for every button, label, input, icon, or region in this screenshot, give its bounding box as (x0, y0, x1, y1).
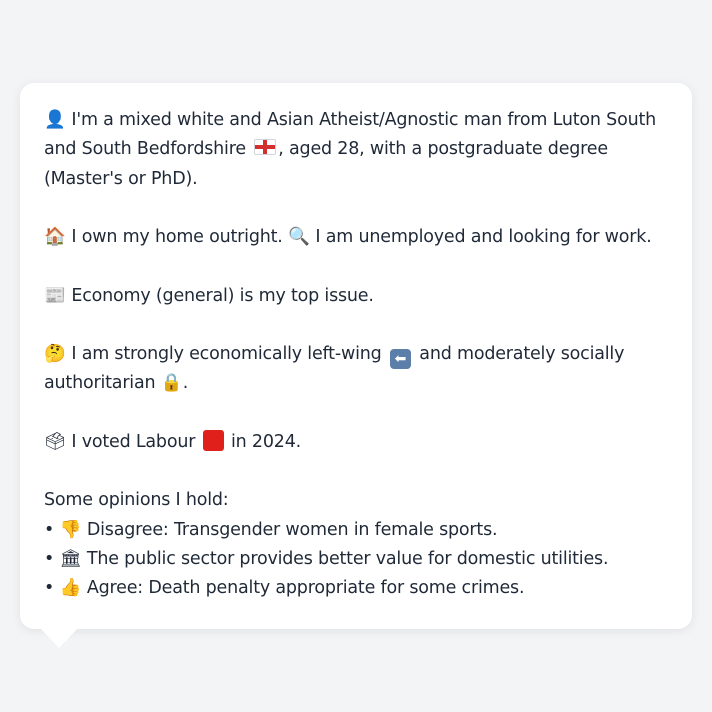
person-icon: 👤 (44, 110, 66, 130)
bullet: • (44, 519, 55, 540)
economic-ideology-text: I am strongly economically left-wing (71, 344, 382, 365)
bubble-tail (40, 628, 78, 648)
opinions-list: • 👎 Disagree: Transgender women in femal… (44, 516, 668, 604)
lock-icon: 🔒 (160, 373, 183, 394)
opinion-item: • 🏛 The public sector provides better va… (44, 545, 668, 574)
opinion-item: • 👍 Agree: Death penalty appropriate for… (44, 574, 668, 603)
opinion-text: Disagree: Transgender women in female sp… (86, 519, 498, 540)
opinion-item: • 👎 Disagree: Transgender women in femal… (44, 516, 668, 545)
opinion-text: The public sector provides better value … (86, 548, 609, 569)
classical-building-icon: 🏛 (59, 548, 82, 569)
identity-paragraph: 👤 I'm a mixed white and Asian Atheist/Ag… (44, 106, 668, 194)
opinion-text: Agree: Death penalty appropriate for som… (86, 578, 525, 599)
vote-paragraph: 🗳 I voted Labour in 2024. (44, 428, 668, 457)
left-arrow-icon: ⬅ (389, 349, 411, 370)
bullet: • (44, 548, 55, 569)
vote-text: I voted Labour (71, 431, 196, 452)
top-issue-text: Economy (general) is my top issue. (71, 285, 374, 306)
ideology-paragraph: 🤔 I am strongly economically left-wing ⬅… (44, 340, 668, 399)
housing-text: I own my home outright. (71, 227, 283, 248)
opinions-heading: Some opinions I hold: (44, 490, 229, 511)
bullet: • (44, 578, 55, 599)
persona-message-bubble: 👤 I'm a mixed white and Asian Atheist/Ag… (20, 83, 692, 629)
thinking-face-icon: 🤔 (44, 344, 66, 365)
thumbs-down-icon: 👎 (59, 519, 82, 540)
housing-employment-paragraph: 🏠 I own my home outright. 🔍 I am unemplo… (44, 223, 668, 252)
labour-red-square-icon (202, 429, 224, 451)
magnifier-icon: 🔍 (288, 227, 310, 248)
england-flag-icon (254, 139, 277, 156)
ballot-box-icon: 🗳 (44, 431, 67, 452)
top-issue-paragraph: 📰 Economy (general) is my top issue. (44, 282, 668, 311)
employment-text: I am unemployed and looking for work. (315, 227, 652, 248)
vote-year-text: in 2024. (231, 431, 302, 452)
thumbs-up-icon: 👍 (59, 578, 82, 599)
newspaper-icon: 📰 (44, 285, 66, 306)
ideology-end: . (182, 373, 189, 394)
house-icon: 🏠 (44, 227, 66, 248)
